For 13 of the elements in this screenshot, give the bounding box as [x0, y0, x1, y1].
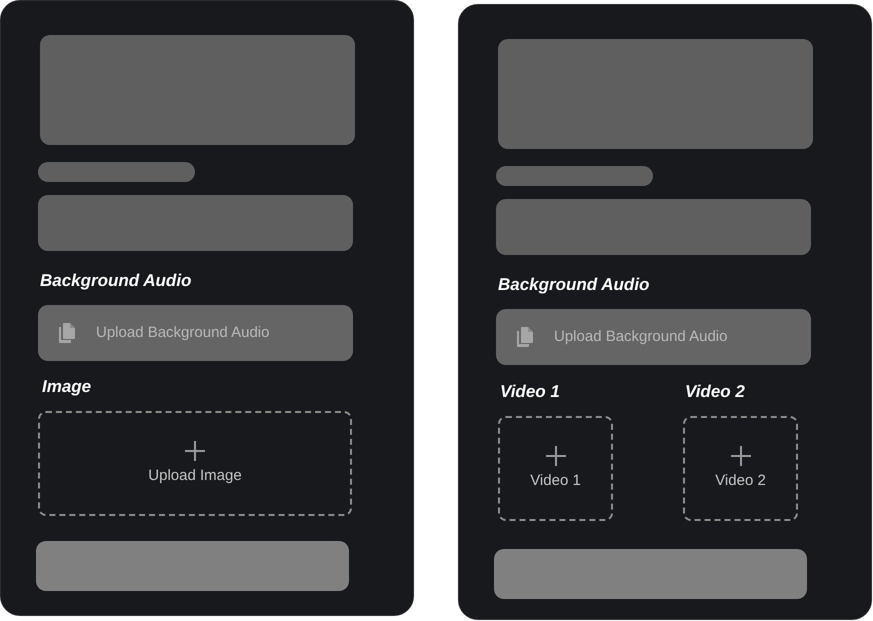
section-label: Background Audio: [40, 270, 192, 292]
section-label: Background Audio: [498, 274, 650, 296]
plus-icon: [730, 446, 750, 466]
section-label: Video 2: [685, 381, 745, 403]
plus-icon: [185, 441, 205, 461]
files-icon: [57, 322, 76, 344]
upload-dropzone[interactable]: Video 2: [683, 416, 798, 521]
section-label: Video 1: [500, 381, 560, 403]
upload-dropzone[interactable]: Upload Image: [38, 411, 352, 516]
files-icon: [515, 326, 534, 348]
upload-dropzone[interactable]: Video 1: [498, 416, 613, 521]
section-label: Image: [42, 376, 92, 398]
plus-icon: [546, 446, 566, 466]
